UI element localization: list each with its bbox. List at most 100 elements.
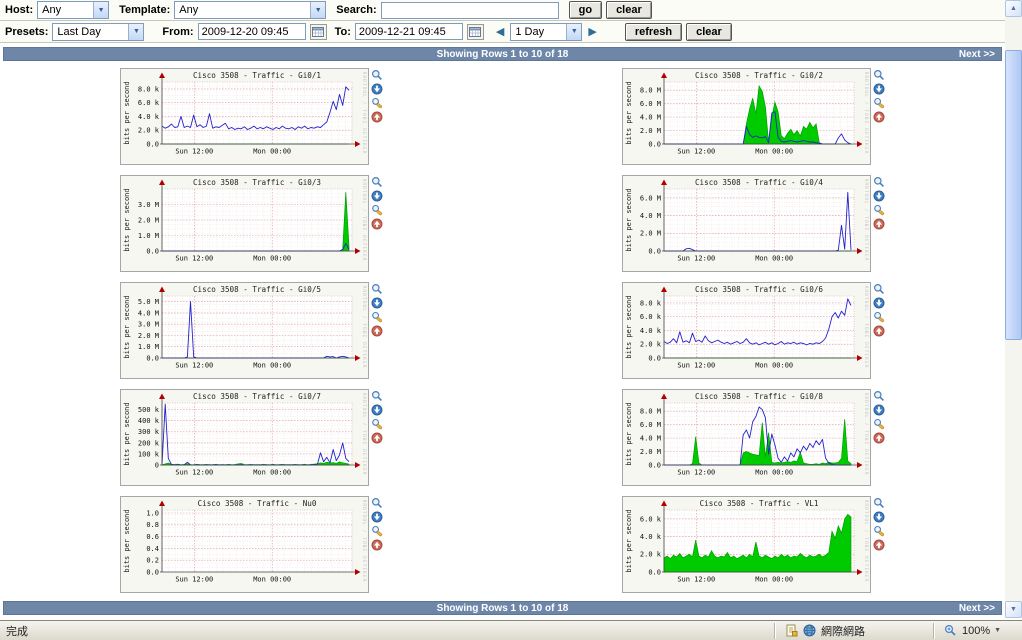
next-page-link[interactable]: Next >> xyxy=(959,603,995,614)
zoom-graph-icon[interactable] xyxy=(371,69,383,81)
page-top-icon[interactable] xyxy=(873,325,885,337)
y-axis-label: bits per second xyxy=(625,188,633,251)
x-tick-label: Mon 00:00 xyxy=(755,362,793,370)
y-axis-label: bits per second xyxy=(625,402,633,465)
graph-properties-icon[interactable] xyxy=(873,525,885,537)
csv-export-icon[interactable] xyxy=(371,404,383,416)
graph-image[interactable]: Sun 12:00Mon 00:000.01.0 M2.0 M3.0 MCisc… xyxy=(120,175,369,272)
vertical-scrollbar[interactable]: ▲ ▼ xyxy=(1005,0,1022,618)
page-top-icon[interactable] xyxy=(371,432,383,444)
y-tick-label: 0.0 xyxy=(146,247,159,255)
y-axis-label: bits per second xyxy=(625,295,633,358)
shift-forward-icon[interactable]: ▶ xyxy=(586,25,598,38)
graph-properties-icon[interactable] xyxy=(371,311,383,323)
page-top-icon[interactable] xyxy=(371,539,383,551)
graph-cell: Sun 12:00Mon 00:000.02.0 M4.0 M6.0 MCisc… xyxy=(503,173,1006,280)
graph-properties-icon[interactable] xyxy=(873,311,885,323)
shift-back-icon[interactable]: ◀ xyxy=(494,25,506,38)
y-tick-label: 4.0 k xyxy=(138,113,160,121)
next-page-link[interactable]: Next >> xyxy=(959,49,995,60)
page-top-icon[interactable] xyxy=(371,325,383,337)
search-label: Search: xyxy=(336,4,376,16)
page-top-icon[interactable] xyxy=(873,539,885,551)
graph-image[interactable]: Sun 12:00Mon 00:000.02.0 k4.0 k6.0 kCisc… xyxy=(622,496,871,593)
graph-title: Cisco 3508 - Traffic - Gi0/2 xyxy=(695,71,823,80)
csv-export-icon[interactable] xyxy=(371,511,383,523)
y-tick-label: 4.0 M xyxy=(138,309,159,317)
refresh-button[interactable]: refresh xyxy=(625,23,682,41)
csv-export-icon[interactable] xyxy=(873,190,885,202)
to-date-input[interactable] xyxy=(355,23,463,40)
zoom-control[interactable]: 100% ▼ xyxy=(938,624,1022,638)
graph-properties-icon[interactable] xyxy=(371,418,383,430)
csv-export-icon[interactable] xyxy=(873,297,885,309)
graph-properties-icon[interactable] xyxy=(371,97,383,109)
graph-image[interactable]: Sun 12:00Mon 00:000.02.0 M4.0 M6.0 MCisc… xyxy=(622,175,871,272)
graph-properties-icon[interactable] xyxy=(371,525,383,537)
scroll-up-button[interactable]: ▲ xyxy=(1005,0,1022,17)
rows-status: Showing Rows 1 to 10 of 18 xyxy=(4,49,1001,60)
csv-export-icon[interactable] xyxy=(371,83,383,95)
graph-image[interactable]: Sun 12:00Mon 00:000.02.0 k4.0 k6.0 k8.0 … xyxy=(622,282,871,379)
page-top-icon[interactable] xyxy=(873,111,885,123)
zoom-graph-icon[interactable] xyxy=(371,283,383,295)
page-top-icon[interactable] xyxy=(371,218,383,230)
scroll-down-button[interactable]: ▼ xyxy=(1005,601,1022,618)
clear-button[interactable]: clear xyxy=(686,23,732,41)
y-axis-arrow xyxy=(661,394,667,400)
graph-image[interactable]: Sun 12:00Mon 00:000.02.0 M4.0 M6.0 M8.0 … xyxy=(622,389,871,486)
shift-select[interactable]: 1 Day ▼ xyxy=(510,23,582,41)
graph-properties-icon[interactable] xyxy=(873,204,885,216)
csv-export-icon[interactable] xyxy=(873,404,885,416)
host-select[interactable]: Any ▼ xyxy=(37,1,109,19)
csv-export-icon[interactable] xyxy=(873,83,885,95)
template-select[interactable]: Any ▼ xyxy=(174,1,326,19)
zoom-graph-icon[interactable] xyxy=(873,390,885,402)
y-tick-label: 2.0 M xyxy=(640,230,661,238)
graph-properties-icon[interactable] xyxy=(873,97,885,109)
clear-button[interactable]: clear xyxy=(606,1,652,19)
graph-image[interactable]: Sun 12:00Mon 00:000.01.0 M2.0 M3.0 M4.0 … xyxy=(120,282,369,379)
zoom-graph-icon[interactable] xyxy=(873,176,885,188)
csv-export-icon[interactable] xyxy=(873,511,885,523)
y-tick-label: 8.0 k xyxy=(640,299,662,307)
calendar-icon[interactable] xyxy=(310,24,327,40)
zoom-graph-icon[interactable] xyxy=(371,390,383,402)
page-top-icon[interactable] xyxy=(873,432,885,444)
scrollbar-thumb[interactable] xyxy=(1005,50,1022,340)
x-tick-label: Mon 00:00 xyxy=(253,576,291,584)
search-input[interactable] xyxy=(381,2,559,19)
zoom-graph-icon[interactable] xyxy=(873,283,885,295)
csv-export-icon[interactable] xyxy=(371,190,383,202)
calendar-icon[interactable] xyxy=(467,24,484,40)
graph-image[interactable]: Sun 12:00Mon 00:000100 k200 k300 k400 k5… xyxy=(120,389,369,486)
graph-properties-icon[interactable] xyxy=(371,204,383,216)
x-tick-label: Mon 00:00 xyxy=(253,469,291,477)
status-text: 完成 xyxy=(0,623,770,639)
graph-image[interactable]: Sun 12:00Mon 00:000.00.20.40.60.81.0Cisc… xyxy=(120,496,369,593)
page-top-icon[interactable] xyxy=(371,111,383,123)
zoom-graph-icon[interactable] xyxy=(873,497,885,509)
x-axis-arrow xyxy=(857,248,863,254)
zoom-graph-icon[interactable] xyxy=(873,69,885,81)
y-axis-arrow xyxy=(661,501,667,507)
graph-properties-icon[interactable] xyxy=(873,418,885,430)
x-axis-arrow xyxy=(857,462,863,468)
rrdtool-watermark: RRDTOOL / TOBI OETIKER xyxy=(863,179,869,262)
csv-export-icon[interactable] xyxy=(371,297,383,309)
graph-image[interactable]: Sun 12:00Mon 00:000.02.0 M4.0 M6.0 M8.0 … xyxy=(622,68,871,165)
zoom-graph-icon[interactable] xyxy=(371,176,383,188)
traffic-graph-svg: Sun 12:00Mon 00:000.02.0 k4.0 k6.0 k8.0 … xyxy=(623,283,870,378)
template-label: Template: xyxy=(119,4,170,16)
go-button[interactable]: go xyxy=(569,1,602,19)
presets-select[interactable]: Last Day ▼ xyxy=(52,23,144,41)
zoom-graph-icon[interactable] xyxy=(371,497,383,509)
graph-image[interactable]: Sun 12:00Mon 00:000.02.0 k4.0 k6.0 k8.0 … xyxy=(120,68,369,165)
chevron-down-icon: ▼ xyxy=(128,24,143,40)
graph-row: Sun 12:00Mon 00:000.01.0 M2.0 M3.0 M4.0 … xyxy=(0,280,1005,387)
chevron-down-icon: ▼ xyxy=(994,627,1001,634)
host-label: Host: xyxy=(5,4,33,16)
from-date-input[interactable] xyxy=(198,23,306,40)
pagination-bar-top: Showing Rows 1 to 10 of 18 Next >> xyxy=(3,47,1002,61)
page-top-icon[interactable] xyxy=(873,218,885,230)
